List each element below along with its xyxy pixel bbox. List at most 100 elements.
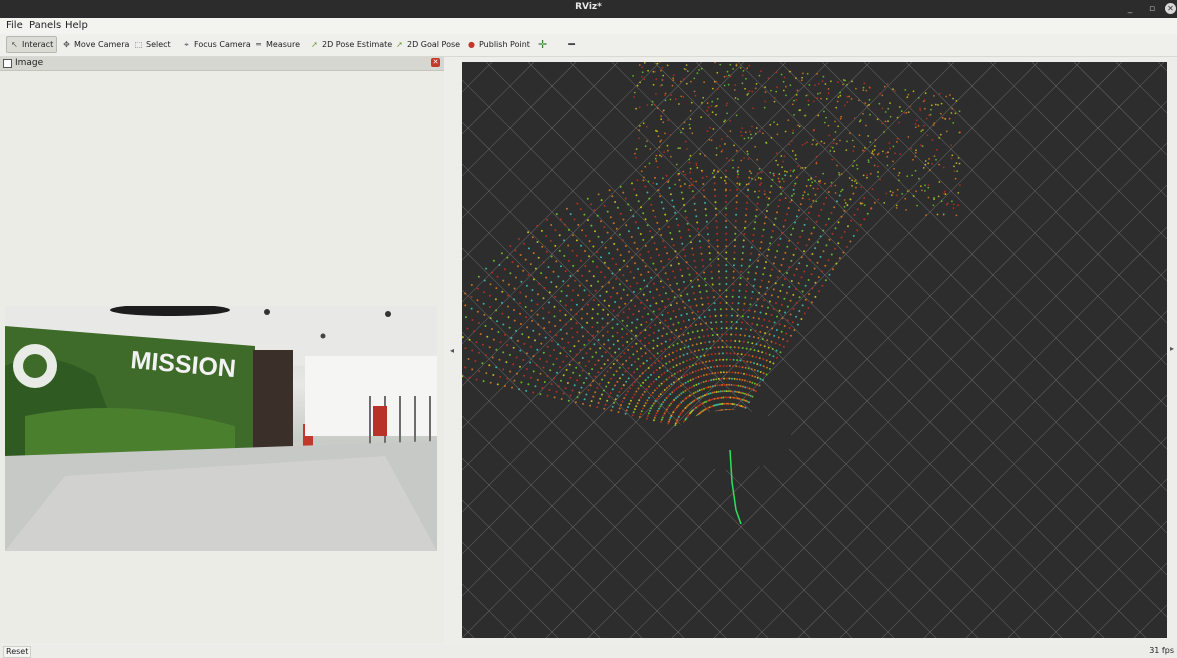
point-cloud-dot bbox=[661, 156, 663, 158]
point-cloud-dot bbox=[575, 313, 577, 315]
point-cloud-dot bbox=[646, 388, 648, 390]
grid-line bbox=[924, 62, 1167, 638]
point-cloud-dot bbox=[726, 136, 728, 138]
point-cloud-dot bbox=[651, 236, 653, 238]
point-cloud-dot bbox=[839, 140, 841, 142]
point-cloud-dot bbox=[498, 264, 500, 266]
tool-bar: ↖ Interact ✥ Move Camera ⬚ Select ⌖ Focu… bbox=[0, 34, 1177, 57]
point-cloud-dot bbox=[787, 119, 789, 121]
menu-help[interactable]: Help bbox=[65, 20, 88, 31]
point-cloud-dot bbox=[889, 102, 891, 104]
point-cloud-dot bbox=[661, 335, 663, 337]
point-cloud-dot bbox=[606, 400, 608, 402]
publish-point-tool-button[interactable]: ● Publish Point bbox=[467, 37, 530, 52]
maximize-button[interactable]: ▫ bbox=[1146, 3, 1158, 15]
point-cloud-dot bbox=[842, 252, 844, 254]
point-cloud-dot bbox=[906, 112, 908, 114]
point-cloud-dot bbox=[743, 360, 745, 362]
focus-camera-tool-button[interactable]: ⌖ Focus Camera bbox=[182, 37, 251, 52]
point-cloud-view bbox=[462, 62, 1167, 638]
point-cloud-dot bbox=[656, 387, 658, 389]
point-cloud-dot bbox=[883, 131, 885, 133]
point-cloud-dot bbox=[596, 387, 598, 389]
point-cloud-dot bbox=[660, 115, 662, 117]
point-cloud-dot bbox=[738, 167, 740, 169]
point-cloud-dot bbox=[642, 408, 644, 410]
point-cloud-dot bbox=[706, 290, 708, 292]
point-cloud-dot bbox=[768, 249, 770, 251]
point-cloud-dot bbox=[497, 383, 499, 385]
point-cloud-dot bbox=[618, 391, 620, 393]
point-cloud-dot bbox=[741, 135, 743, 137]
point-cloud-dot bbox=[615, 278, 617, 280]
select-tool-button[interactable]: ⬚ Select bbox=[134, 37, 171, 52]
interact-tool-button[interactable]: ↖ Interact bbox=[6, 36, 57, 53]
point-cloud-dot bbox=[799, 126, 801, 128]
remove-tool-button[interactable]: ━ bbox=[567, 37, 576, 52]
point-cloud-dot bbox=[912, 159, 914, 161]
point-cloud-dot bbox=[746, 184, 748, 186]
menu-panels[interactable]: Panels bbox=[29, 20, 61, 31]
point-cloud-dot bbox=[746, 208, 748, 210]
point-cloud-dot bbox=[568, 260, 570, 262]
reset-button[interactable]: Reset bbox=[3, 646, 31, 658]
point-cloud-dot bbox=[924, 99, 926, 101]
point-cloud-dot bbox=[680, 393, 682, 395]
image-panel-close-button[interactable]: ✕ bbox=[431, 58, 440, 67]
point-cloud-dot bbox=[938, 164, 940, 166]
menu-file[interactable]: File bbox=[6, 20, 23, 31]
point-cloud-dot bbox=[811, 287, 813, 289]
measure-tool-button[interactable]: ═ Measure bbox=[254, 37, 300, 52]
point-cloud-dot bbox=[818, 215, 820, 217]
collapse-right-arrow[interactable]: ▸ bbox=[1170, 344, 1174, 353]
point-cloud-dot bbox=[628, 251, 630, 253]
point-cloud-dot bbox=[526, 326, 528, 328]
point-cloud-dot bbox=[640, 340, 642, 342]
point-cloud-dot bbox=[646, 360, 648, 362]
point-cloud-dot bbox=[717, 384, 719, 386]
point-cloud-dot bbox=[724, 76, 726, 78]
render-viewport-3d[interactable] bbox=[462, 62, 1167, 638]
point-cloud-dot bbox=[664, 412, 666, 414]
point-cloud-dot bbox=[828, 218, 830, 220]
point-cloud-dot bbox=[859, 202, 861, 204]
point-cloud-dot bbox=[567, 285, 569, 287]
point-cloud-dot bbox=[470, 296, 472, 298]
goal-pose-tool-button[interactable]: ➚ 2D Goal Pose bbox=[395, 37, 460, 52]
point-cloud-dot bbox=[781, 232, 783, 234]
point-cloud-dot bbox=[601, 241, 603, 243]
point-cloud-dot bbox=[634, 408, 636, 410]
point-cloud-dot bbox=[671, 383, 673, 385]
add-tool-button[interactable]: ✛ bbox=[538, 37, 547, 52]
point-cloud-dot bbox=[800, 318, 802, 320]
point-cloud-dot bbox=[697, 376, 699, 378]
point-cloud-dot bbox=[645, 265, 647, 267]
point-cloud-dot bbox=[625, 394, 627, 396]
point-cloud-dot bbox=[596, 251, 598, 253]
point-cloud-dot bbox=[610, 237, 612, 239]
close-window-button[interactable]: ✕ bbox=[1165, 3, 1176, 14]
point-cloud-dot bbox=[897, 189, 899, 191]
point-cloud-dot bbox=[725, 239, 727, 241]
point-cloud-dot bbox=[795, 77, 797, 79]
green-arrow-icon: ➚ bbox=[310, 40, 319, 49]
point-cloud-dot bbox=[934, 155, 936, 157]
point-cloud-dot bbox=[576, 255, 578, 257]
point-cloud-dot bbox=[738, 398, 740, 400]
point-cloud-dot bbox=[754, 311, 756, 313]
point-cloud-dot bbox=[732, 302, 734, 304]
minimize-button[interactable]: _ bbox=[1124, 3, 1136, 15]
point-cloud-dot bbox=[832, 147, 834, 149]
pose-estimate-tool-button[interactable]: ➚ 2D Pose Estimate bbox=[310, 37, 392, 52]
point-cloud-dot bbox=[673, 206, 675, 208]
point-cloud-dot bbox=[795, 288, 797, 290]
point-cloud-dot bbox=[711, 101, 713, 103]
point-cloud-dot bbox=[725, 233, 727, 235]
point-cloud-dot bbox=[637, 296, 639, 298]
point-cloud-dot bbox=[639, 365, 641, 367]
point-cloud-dot bbox=[629, 357, 631, 359]
point-cloud-dot bbox=[613, 402, 615, 404]
move-camera-tool-button[interactable]: ✥ Move Camera bbox=[62, 37, 129, 52]
point-cloud-dot bbox=[556, 372, 558, 374]
collapse-left-arrow[interactable]: ◂ bbox=[450, 346, 454, 355]
